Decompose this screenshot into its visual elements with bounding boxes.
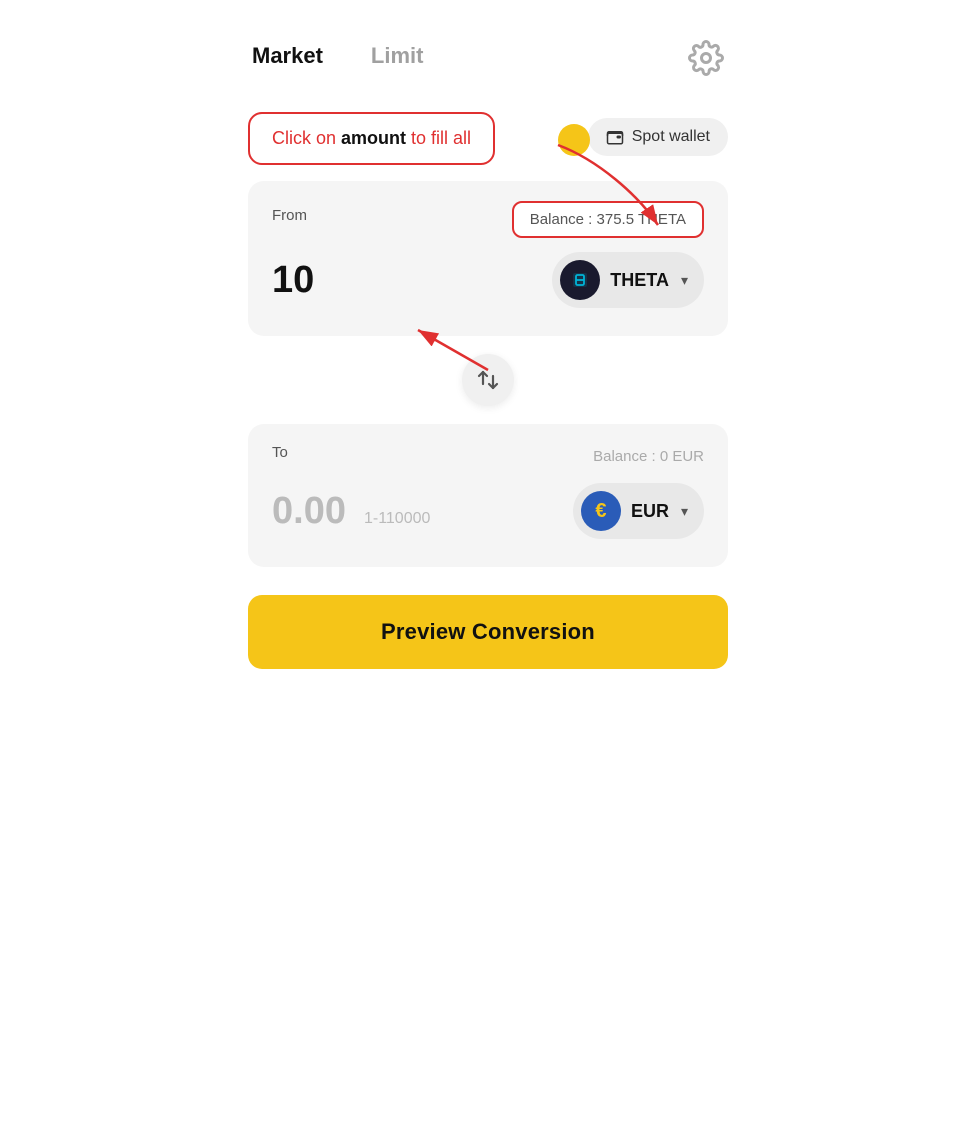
from-amount[interactable]: 10 bbox=[272, 259, 314, 302]
euro-icon: € bbox=[581, 491, 621, 531]
spot-wallet-label: Spot wallet bbox=[632, 128, 710, 146]
from-top-row: From Balance : 375.5 THETA bbox=[272, 201, 704, 238]
settings-button[interactable] bbox=[688, 40, 724, 76]
fill-all-highlight: amount bbox=[341, 128, 406, 148]
from-card: From Balance : 375.5 THETA 10 THETA ▾ bbox=[248, 181, 728, 336]
from-currency-name: THETA bbox=[610, 270, 669, 291]
chevron-down-icon: ▾ bbox=[681, 272, 688, 289]
to-label: To bbox=[272, 444, 288, 461]
spot-wallet-button[interactable]: Spot wallet bbox=[588, 118, 728, 156]
swap-button[interactable] bbox=[462, 354, 514, 406]
swap-row bbox=[248, 336, 728, 424]
fill-all-button[interactable]: Click on amount to fill all bbox=[248, 112, 495, 165]
to-range-hint: 1-110000 bbox=[364, 510, 430, 528]
to-currency-name: EUR bbox=[631, 501, 669, 522]
from-balance-badge[interactable]: Balance : 375.5 THETA bbox=[512, 201, 704, 238]
to-bottom-row: 0.00 1-110000 € EUR ▾ bbox=[272, 483, 704, 539]
to-balance-text: Balance : 0 EUR bbox=[593, 448, 704, 465]
to-top-row: To Balance : 0 EUR bbox=[272, 444, 704, 469]
from-label: From bbox=[272, 207, 307, 224]
action-row: Click on amount to fill all Spot wallet bbox=[248, 112, 728, 165]
theta-icon bbox=[560, 260, 600, 300]
fill-all-text-prefix: Click on bbox=[272, 128, 341, 148]
chevron-down-icon-2: ▾ bbox=[681, 503, 688, 520]
gear-icon bbox=[688, 40, 724, 76]
tab-market[interactable]: Market bbox=[252, 43, 323, 73]
tab-bar: Market Limit bbox=[248, 40, 728, 76]
swap-vertical-icon bbox=[476, 368, 500, 392]
to-amount[interactable]: 0.00 bbox=[272, 490, 346, 533]
fill-all-text-suffix: to fill all bbox=[406, 128, 471, 148]
preview-conversion-button[interactable]: Preview Conversion bbox=[248, 595, 728, 669]
tab-limit[interactable]: Limit bbox=[371, 43, 424, 73]
tabs: Market Limit bbox=[252, 43, 423, 73]
to-card: To Balance : 0 EUR 0.00 1-110000 € EUR ▾ bbox=[248, 424, 728, 567]
from-currency-selector[interactable]: THETA ▾ bbox=[552, 252, 704, 308]
from-bottom-row: 10 THETA ▾ bbox=[272, 252, 704, 308]
to-currency-selector[interactable]: € EUR ▾ bbox=[573, 483, 704, 539]
annotation-dot bbox=[558, 124, 590, 156]
wallet-icon bbox=[606, 128, 624, 146]
